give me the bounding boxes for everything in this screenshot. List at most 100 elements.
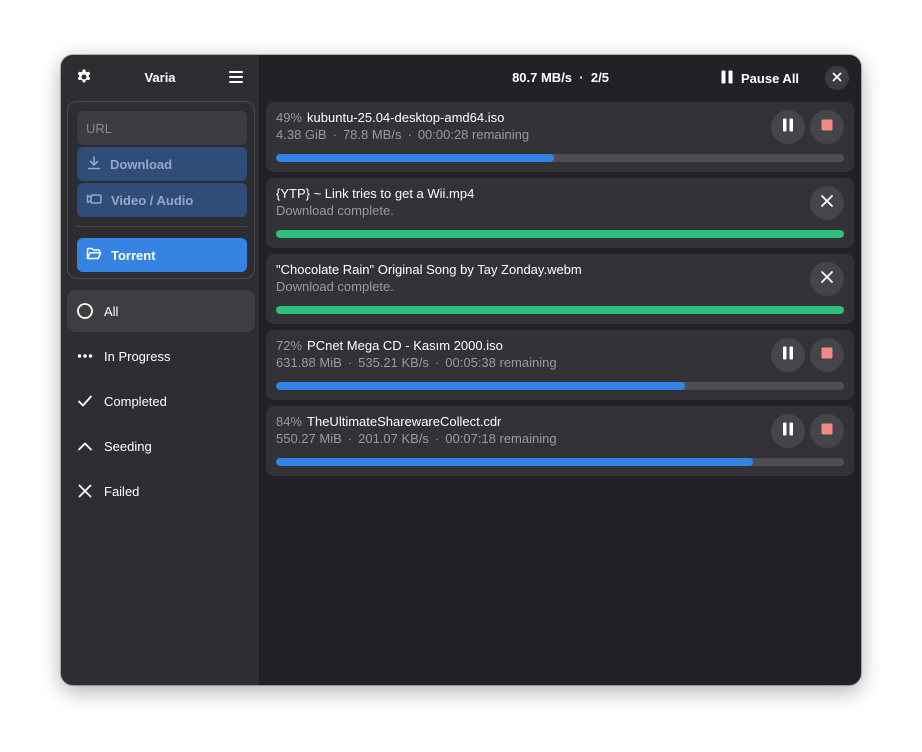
stop-button[interactable] — [810, 338, 844, 372]
download-speed: 535.21 KB/s — [358, 355, 429, 370]
download-filename: TheUltimateSharewareCollect.cdr — [307, 414, 502, 429]
separator-dot: · — [575, 69, 588, 85]
download-details: 550.27 MiB · 201.07 KB/s · 00:07:18 remainin… — [276, 431, 557, 446]
download-button[interactable]: Download — [77, 147, 247, 181]
pause-icon — [782, 118, 794, 137]
progress-fill — [276, 382, 685, 390]
speed-summary: 80.7 MB/s · 2/5 — [512, 70, 609, 85]
active-count: 2/5 — [590, 69, 609, 85]
filter-in-progress[interactable]: In Progress — [67, 335, 255, 377]
download-speed: 78.8 MB/s — [342, 127, 402, 142]
download-details: 631.88 MiB · 535.21 KB/s · 00:05:38 remainin… — [276, 355, 557, 370]
add-download-panel: Download Video / Audio Torrent — [67, 101, 255, 279]
download-percent: 49% — [276, 110, 303, 125]
folder-open-icon — [86, 246, 103, 265]
filter-list: All In Progress Completed Seeding Failed — [67, 290, 255, 515]
download-size: 631.88 MiB — [276, 355, 342, 370]
sidebar: Varia Download — [61, 55, 260, 685]
download-title: {YTP} ~ Link tries to get a Wii.mp4 — [276, 186, 474, 201]
progress-bar — [276, 230, 844, 238]
pause-all-button[interactable]: Pause All — [721, 69, 799, 87]
progress-bar — [276, 382, 844, 390]
progress-fill — [276, 458, 754, 466]
filter-label: Seeding — [104, 438, 152, 454]
progress-bar — [276, 458, 844, 466]
download-filename: "Chocolate Rain" Original Song by Tay Zo… — [276, 262, 582, 277]
pause-button[interactable] — [771, 338, 805, 372]
filter-all[interactable]: All — [67, 290, 255, 332]
download-filename: {YTP} ~ Link tries to get a Wii.mp4 — [276, 186, 475, 201]
download-status: Download complete. — [276, 279, 394, 294]
torrent-button-label: Torrent — [111, 247, 156, 263]
filter-seeding[interactable]: Seeding — [67, 425, 255, 467]
download-remaining: 00:07:18 remaining — [445, 431, 557, 446]
filter-label: All — [104, 303, 119, 319]
stop-icon — [821, 346, 833, 364]
download-item: "Chocolate Rain" Original Song by Tay Zo… — [266, 254, 854, 324]
main-content: 80.7 MB/s · 2/5 Pause All 49% kubuntu-25… — [260, 55, 861, 685]
download-title: 49% kubuntu-25.04-desktop-amd64.iso — [276, 110, 504, 125]
video-audio-button[interactable]: Video / Audio — [77, 183, 247, 217]
download-filename: kubuntu-25.04-desktop-amd64.iso — [307, 110, 505, 125]
filter-completed[interactable]: Completed — [67, 380, 255, 422]
download-title: 72% PCnet Mega CD - Kasım 2000.iso — [276, 338, 503, 353]
main-header: 80.7 MB/s · 2/5 Pause All — [260, 55, 861, 99]
check-icon — [76, 392, 94, 410]
download-item: 72% PCnet Mega CD - Kasım 2000.iso 631.88… — [266, 330, 854, 400]
url-input[interactable] — [77, 111, 247, 145]
video-audio-button-label: Video / Audio — [111, 192, 194, 208]
filter-label: Failed — [104, 483, 140, 499]
download-item: {YTP} ~ Link tries to get a Wii.mp4 Down… — [266, 178, 854, 248]
pause-button[interactable] — [771, 414, 805, 448]
stop-icon — [821, 422, 833, 440]
download-title: "Chocolate Rain" Original Song by Tay Zo… — [276, 262, 582, 277]
remove-button[interactable] — [810, 262, 844, 296]
progress-bar — [276, 154, 844, 162]
video-camera-icon — [86, 191, 103, 210]
chevron-up-icon — [76, 437, 94, 455]
close-window-button[interactable] — [825, 66, 849, 90]
download-filename: PCnet Mega CD - Kasım 2000.iso — [307, 338, 503, 353]
remove-button[interactable] — [810, 186, 844, 220]
download-remaining: 00:05:38 remaining — [445, 355, 557, 370]
download-icon — [86, 155, 102, 174]
download-remaining: 00:00:28 remaining — [417, 127, 530, 142]
filter-label: In Progress — [104, 348, 171, 364]
progress-fill — [276, 306, 844, 314]
download-title: 84% TheUltimateSharewareCollect.cdr — [276, 414, 501, 429]
app-window: Varia Download — [61, 55, 861, 685]
download-details: 4.38 GiB · 78.8 MB/s · 00:00:28 remaining — [276, 127, 530, 142]
pause-icon — [782, 346, 794, 365]
circle-icon — [76, 302, 94, 320]
divider — [77, 226, 247, 227]
progress-fill — [276, 154, 555, 162]
download-status: Download complete. — [276, 203, 394, 218]
download-size: 4.38 GiB — [276, 127, 327, 142]
stop-button[interactable] — [810, 110, 844, 144]
total-speed: 80.7 MB/s — [512, 69, 573, 85]
stop-icon — [821, 118, 833, 136]
torrent-button[interactable]: Torrent — [77, 238, 247, 272]
pause-icon — [721, 70, 733, 87]
progress-fill — [276, 230, 844, 238]
filter-failed[interactable]: Failed — [67, 470, 255, 512]
download-percent: 84% — [276, 414, 303, 429]
stop-button[interactable] — [810, 414, 844, 448]
download-item: 49% kubuntu-25.04-desktop-amd64.iso 4.38 … — [266, 102, 854, 172]
close-icon — [820, 194, 834, 213]
sidebar-header: Varia — [61, 55, 259, 99]
filter-label: Completed — [104, 393, 167, 409]
download-list: 49% kubuntu-25.04-desktop-amd64.iso 4.38 … — [266, 102, 854, 482]
progress-bar — [276, 306, 844, 314]
pause-button[interactable] — [771, 110, 805, 144]
download-button-label: Download — [110, 156, 173, 172]
download-size: 550.27 MiB — [276, 431, 342, 446]
download-percent: 72% — [276, 338, 303, 353]
download-speed: 201.07 KB/s — [358, 431, 429, 446]
hamburger-menu-icon[interactable] — [226, 67, 246, 87]
app-title: Varia — [144, 69, 176, 85]
download-item: 84% TheUltimateSharewareCollect.cdr 550.2… — [266, 406, 854, 476]
pause-all-label: Pause All — [741, 70, 800, 86]
gear-icon[interactable] — [74, 67, 94, 87]
x-icon — [76, 482, 94, 500]
